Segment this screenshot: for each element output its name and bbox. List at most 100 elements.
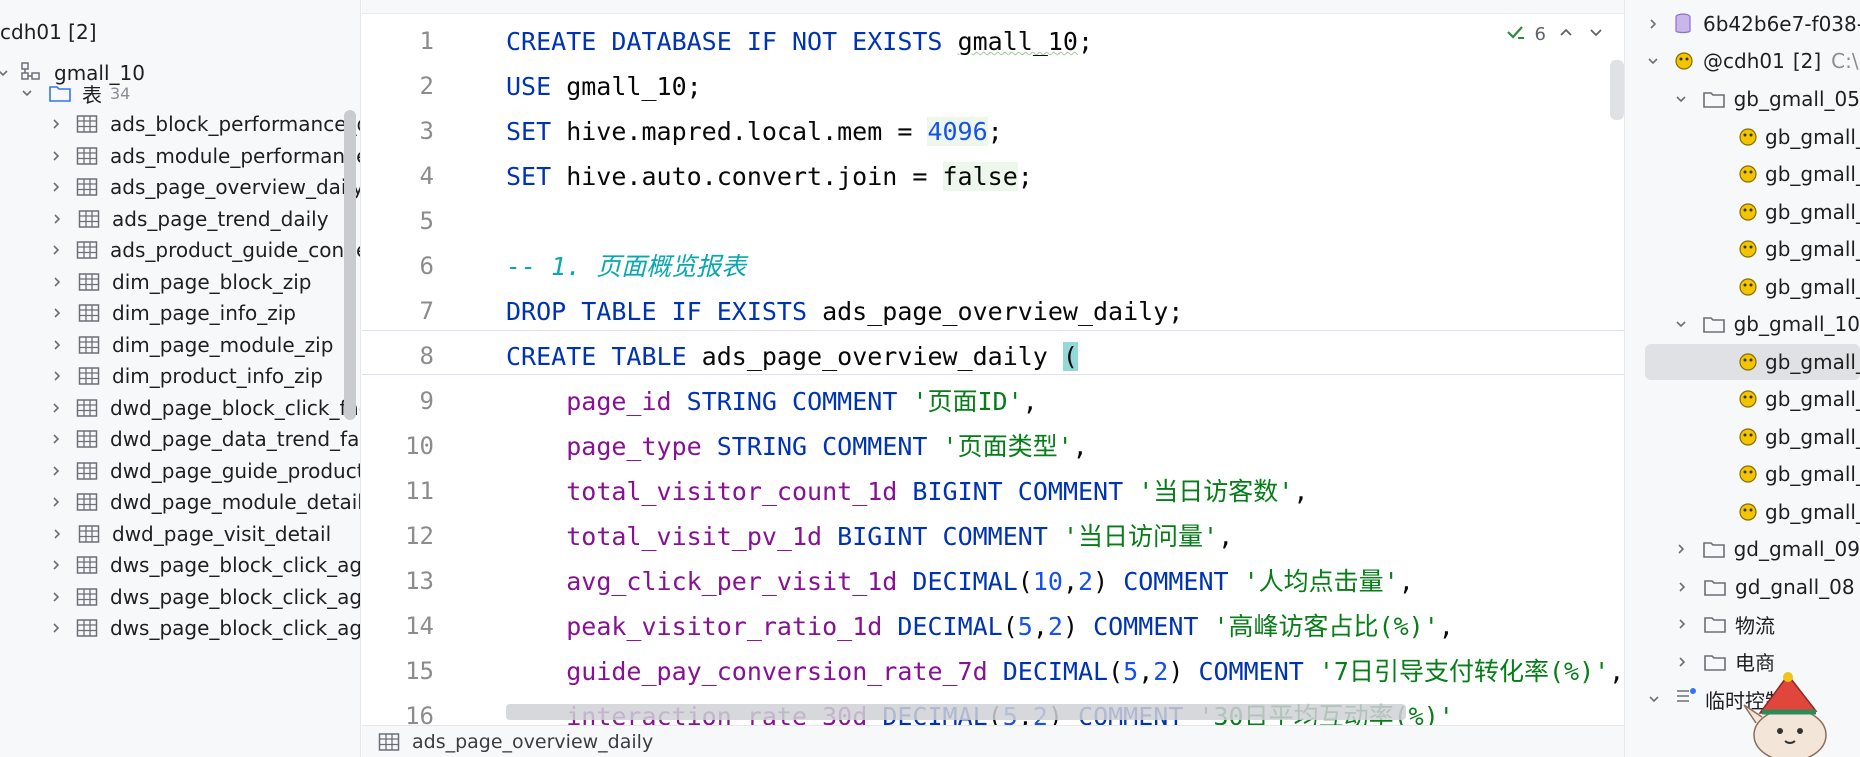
- editor-horizontal-scrollbar[interactable]: [506, 704, 1406, 720]
- bottom-tab-table[interactable]: ads_page_overview_daily: [362, 725, 1624, 757]
- chevron-right-icon[interactable]: [1647, 17, 1659, 31]
- code-line-4[interactable]: SET hive.auto.convert.join = false;: [506, 154, 1624, 199]
- chevron-right-icon[interactable]: [50, 180, 62, 194]
- chevron-right-icon[interactable]: [50, 401, 62, 415]
- tree-group-folder[interactable]: gd_gmall_09: [1625, 531, 1860, 567]
- chevron-right-icon[interactable]: [50, 432, 62, 446]
- chevron-right-icon[interactable]: [50, 590, 62, 604]
- table-icon: [78, 335, 100, 355]
- tree-hive-table[interactable]: gb_gmall_: [1625, 381, 1860, 417]
- code-line-14[interactable]: peak_visitor_ratio_1d DECIMAL(5,2) COMME…: [506, 604, 1624, 649]
- line-number: 4: [419, 162, 434, 190]
- hive-table-label: gb_gmall_: [1765, 237, 1860, 261]
- code-line-15[interactable]: guide_pay_conversion_rate_7d DECIMAL(5,2…: [506, 649, 1624, 694]
- tree-connection-cdh01[interactable]: cdh01 [2]: [0, 14, 360, 50]
- connection-label: @cdh01: [1703, 49, 1785, 73]
- chevron-right-icon[interactable]: [50, 212, 64, 226]
- matching-paren: (: [1062, 342, 1078, 371]
- tree-table-item[interactable]: dws_page_block_click_agg: [0, 610, 360, 646]
- tree-hive-table[interactable]: gb_gmall_: [1625, 419, 1860, 455]
- sql-editor[interactable]: 1 2 3 4 5 6 7 8 9 10 11 12 13 14 15 16 CREATE DATABASE …: [362, 0, 1624, 725]
- chevron-down-icon[interactable]: [1675, 317, 1688, 331]
- code-line-6[interactable]: -- 1. 页面概览报表: [506, 244, 1624, 289]
- chevron-right-icon[interactable]: [50, 464, 62, 478]
- table-label: dim_page_module_zip: [112, 332, 334, 357]
- mascot-sticker: [1743, 672, 1827, 757]
- tree-group-folder[interactable]: gb_gmall_10: [1625, 306, 1860, 342]
- chevron-right-icon[interactable]: [50, 527, 64, 541]
- chevron-right-icon[interactable]: [50, 117, 62, 131]
- hive-table-label: gb_gmall_: [1765, 162, 1860, 186]
- tree-group-folder[interactable]: 物流: [1625, 606, 1860, 642]
- line-number: 7: [419, 297, 434, 325]
- line-number: 3: [419, 117, 434, 145]
- table-icon: [76, 555, 98, 575]
- table-label: ads_page_trend_daily: [112, 206, 329, 231]
- tree-group-folder[interactable]: gb_gmall_05: [1625, 81, 1860, 117]
- tree-connection-cdh01-right[interactable]: @cdh01 [2] C:\U: [1625, 43, 1860, 79]
- code-line-13[interactable]: avg_click_per_visit_1d DECIMAL(10,2) COM…: [506, 559, 1624, 604]
- code-line-2[interactable]: USE gmall_10;: [506, 64, 1624, 109]
- chevron-right-icon[interactable]: [50, 338, 64, 352]
- code-line-7[interactable]: DROP TABLE IF EXISTS ads_page_overview_d…: [506, 289, 1624, 334]
- tree-hive-table[interactable]: gb_gmall_: [1645, 343, 1860, 380]
- chevron-right-icon[interactable]: [50, 558, 62, 572]
- console-icon: [1675, 687, 1697, 712]
- hive-icon: [1737, 501, 1759, 523]
- tree-hive-table[interactable]: gb_gmall_: [1625, 494, 1860, 530]
- inspection-widget[interactable]: 6: [1505, 22, 1606, 47]
- table-icon: [76, 177, 98, 197]
- chevron-right-icon[interactable]: [1675, 655, 1689, 669]
- chevron-right-icon[interactable]: [50, 495, 62, 509]
- table-label: dws_page_block_click_agg_: [110, 584, 361, 609]
- chevron-right-icon[interactable]: [1675, 580, 1689, 594]
- code-line-11[interactable]: total_visitor_count_1d BIGINT COMMENT '当…: [506, 469, 1624, 514]
- chevron-down-icon[interactable]: [20, 86, 34, 100]
- tree-hive-table[interactable]: gb_gmall_: [1625, 156, 1860, 192]
- chevron-right-icon[interactable]: [50, 369, 64, 383]
- chevron-down-icon[interactable]: [1675, 92, 1688, 106]
- editor-vertical-scrollbar[interactable]: [1610, 60, 1624, 120]
- chevron-down-icon[interactable]: [1647, 692, 1661, 706]
- hive-table-label: gb_gmall_: [1765, 387, 1860, 411]
- hive-icon: [1737, 201, 1759, 223]
- code-line-3[interactable]: SET hive.mapred.local.mem = 4096;: [506, 109, 1624, 154]
- chevron-right-icon[interactable]: [50, 243, 62, 257]
- chevron-down-icon[interactable]: [1586, 22, 1606, 47]
- chevron-up-icon[interactable]: [1556, 22, 1576, 47]
- chevron-right-icon[interactable]: [1675, 617, 1689, 631]
- line-number: 8: [419, 342, 434, 370]
- chevron-right-icon[interactable]: [50, 621, 62, 635]
- tree-hive-table[interactable]: gb_gmall_: [1625, 269, 1860, 305]
- tree-hive-table[interactable]: gb_gmall_: [1625, 456, 1860, 492]
- tree-hive-table[interactable]: gb_gmall_: [1625, 119, 1860, 155]
- chevron-right-icon[interactable]: [50, 149, 62, 163]
- group-label: gd_gnall_08: [1735, 574, 1855, 599]
- left-scrollbar[interactable]: [344, 110, 356, 420]
- code-line-1[interactable]: CREATE DATABASE IF NOT EXISTS gmall_10;: [506, 19, 1624, 64]
- chevron-right-icon[interactable]: [50, 306, 64, 320]
- table-icon: [76, 240, 98, 260]
- line-number: 14: [405, 612, 434, 640]
- chevron-right-icon[interactable]: [50, 275, 64, 289]
- hive-icon: [1737, 238, 1759, 260]
- tree-hive-table[interactable]: gb_gmall_: [1625, 194, 1860, 230]
- tree-group-folder[interactable]: gd_gnall_08: [1625, 569, 1860, 605]
- chevron-down-icon[interactable]: [1647, 54, 1659, 68]
- group-label: gb_gmall_10: [1733, 312, 1860, 336]
- code-line-5[interactable]: [506, 199, 1624, 244]
- table-label: ads_product_guide_conver: [110, 238, 361, 262]
- chevron-right-icon[interactable]: [1675, 542, 1688, 556]
- table-label: dwd_page_visit_detail: [112, 521, 332, 546]
- tree-datasource[interactable]: 6b42b6e7-f038-4: [1625, 6, 1860, 42]
- folder-icon: [1702, 89, 1726, 109]
- tree-hive-table[interactable]: gb_gmall_: [1625, 231, 1860, 267]
- table-label: dwd_page_module_detail_f: [110, 490, 361, 514]
- group-label: 物流: [1735, 613, 1775, 638]
- folder-icon: [1702, 539, 1726, 559]
- code-line-10[interactable]: page_type STRING COMMENT '页面类型',: [506, 424, 1624, 469]
- code-line-8[interactable]: CREATE TABLE ads_page_overview_daily (: [506, 334, 1624, 379]
- code-line-12[interactable]: total_visit_pv_1d BIGINT COMMENT '当日访问量'…: [506, 514, 1624, 559]
- code-line-9[interactable]: page_id STRING COMMENT '页面ID',: [506, 379, 1624, 424]
- table-label: dim_page_info_zip: [112, 301, 296, 325]
